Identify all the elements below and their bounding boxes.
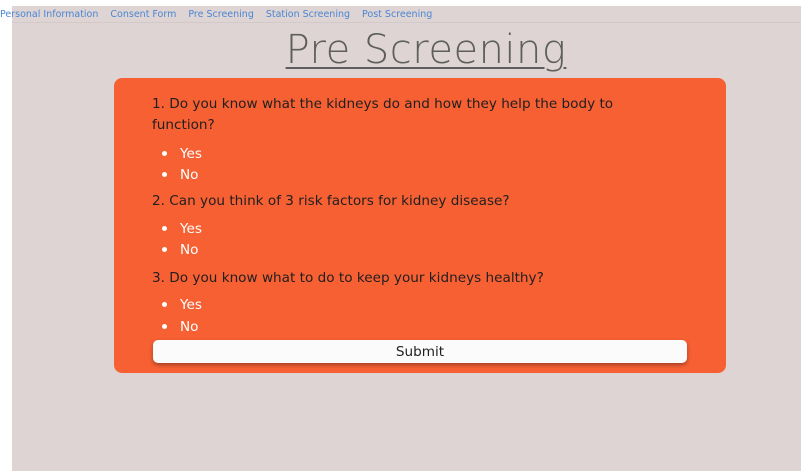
option-label: Yes: [180, 220, 202, 237]
bullet-icon: [162, 247, 167, 252]
question-3-option-no[interactable]: No: [162, 316, 199, 337]
question-1-option-no[interactable]: No: [162, 164, 199, 185]
bullet-icon: [162, 226, 167, 231]
question-2-text: 2. Can you think of 3 risk factors for k…: [152, 193, 510, 209]
nav-link-consent-form[interactable]: Consent Form: [110, 9, 176, 20]
option-label: No: [180, 318, 199, 335]
option-label: No: [180, 241, 199, 258]
top-nav: Personal Information Consent Form Pre Sc…: [0, 6, 444, 22]
screening-form-card: 1. Do you know what the kidneys do and h…: [114, 78, 726, 373]
nav-link-station-screening[interactable]: Station Screening: [266, 9, 350, 20]
bullet-icon: [162, 324, 167, 329]
bullet-icon: [162, 302, 167, 307]
question-1-text: 1. Do you know what the kidneys do and h…: [152, 96, 614, 133]
nav-link-post-screening[interactable]: Post Screening: [362, 9, 432, 20]
option-label: Yes: [180, 145, 202, 162]
question-3-text: 3. Do you know what to do to keep your k…: [152, 270, 544, 286]
option-label: Yes: [180, 296, 202, 313]
option-label: No: [180, 166, 199, 183]
nav-divider: [12, 22, 801, 23]
page-root: Personal Information Consent Form Pre Sc…: [0, 0, 801, 471]
submit-button[interactable]: Submit: [153, 340, 687, 363]
nav-link-pre-screening[interactable]: Pre Screening: [188, 9, 253, 20]
page-title: Pre Screening: [285, 27, 567, 73]
nav-link-personal-information[interactable]: Personal Information: [0, 9, 98, 20]
question-2-option-no[interactable]: No: [162, 239, 199, 260]
bullet-icon: [162, 151, 167, 156]
bullet-icon: [162, 172, 167, 177]
question-2-option-yes[interactable]: Yes: [162, 218, 202, 239]
question-3-option-yes[interactable]: Yes: [162, 294, 202, 315]
question-1-option-yes[interactable]: Yes: [162, 143, 202, 164]
